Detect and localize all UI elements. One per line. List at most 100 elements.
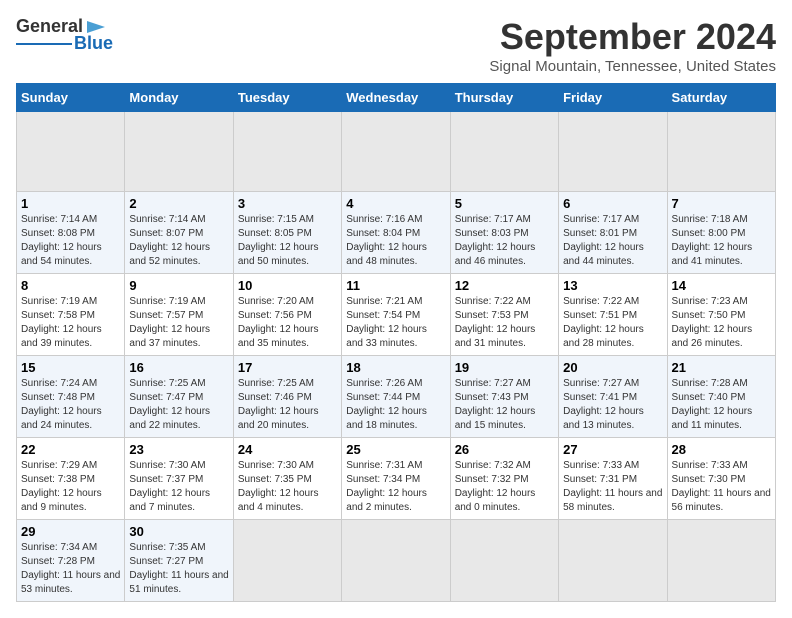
calendar-cell: 2 Sunrise: 7:14 AM Sunset: 8:07 PM Dayli… bbox=[125, 192, 233, 274]
day-number: 17 bbox=[238, 360, 337, 375]
calendar-cell: 4 Sunrise: 7:16 AM Sunset: 8:04 PM Dayli… bbox=[342, 192, 450, 274]
calendar-cell: 30 Sunrise: 7:35 AM Sunset: 7:27 PM Dayl… bbox=[125, 520, 233, 602]
calendar-cell: 7 Sunrise: 7:18 AM Sunset: 8:00 PM Dayli… bbox=[667, 192, 775, 274]
calendar-cell: 27 Sunrise: 7:33 AM Sunset: 7:31 PM Dayl… bbox=[559, 438, 667, 520]
calendar-cell: 24 Sunrise: 7:30 AM Sunset: 7:35 PM Dayl… bbox=[233, 438, 341, 520]
subtitle: Signal Mountain, Tennessee, United State… bbox=[489, 58, 776, 75]
calendar-cell bbox=[233, 112, 341, 192]
calendar-week-3: 8 Sunrise: 7:19 AM Sunset: 7:58 PM Dayli… bbox=[17, 274, 776, 356]
day-number: 21 bbox=[672, 360, 771, 375]
calendar-week-2: 1 Sunrise: 7:14 AM Sunset: 8:08 PM Dayli… bbox=[17, 192, 776, 274]
calendar-cell bbox=[667, 112, 775, 192]
calendar-cell: 13 Sunrise: 7:22 AM Sunset: 7:51 PM Dayl… bbox=[559, 274, 667, 356]
day-number: 19 bbox=[455, 360, 554, 375]
day-info: Sunrise: 7:14 AM Sunset: 8:07 PM Dayligh… bbox=[129, 213, 228, 269]
calendar-table: SundayMondayTuesdayWednesdayThursdayFrid… bbox=[16, 83, 776, 602]
title-block: September 2024 Signal Mountain, Tennesse… bbox=[489, 16, 776, 75]
day-number: 12 bbox=[455, 278, 554, 293]
day-info: Sunrise: 7:27 AM Sunset: 7:43 PM Dayligh… bbox=[455, 377, 554, 433]
day-info: Sunrise: 7:21 AM Sunset: 7:54 PM Dayligh… bbox=[346, 295, 445, 351]
header-day-tuesday: Tuesday bbox=[233, 84, 341, 112]
logo: General Blue bbox=[16, 16, 113, 54]
day-number: 20 bbox=[563, 360, 662, 375]
header-day-sunday: Sunday bbox=[17, 84, 125, 112]
header-day-friday: Friday bbox=[559, 84, 667, 112]
calendar-cell: 3 Sunrise: 7:15 AM Sunset: 8:05 PM Dayli… bbox=[233, 192, 341, 274]
page-header: General Blue September 2024 Signal Mount… bbox=[16, 16, 776, 75]
calendar-week-5: 22 Sunrise: 7:29 AM Sunset: 7:38 PM Dayl… bbox=[17, 438, 776, 520]
day-number: 1 bbox=[21, 196, 120, 211]
calendar-cell: 19 Sunrise: 7:27 AM Sunset: 7:43 PM Dayl… bbox=[450, 356, 558, 438]
day-info: Sunrise: 7:34 AM Sunset: 7:28 PM Dayligh… bbox=[21, 541, 120, 597]
calendar-cell bbox=[559, 112, 667, 192]
calendar-cell: 18 Sunrise: 7:26 AM Sunset: 7:44 PM Dayl… bbox=[342, 356, 450, 438]
calendar-cell: 29 Sunrise: 7:34 AM Sunset: 7:28 PM Dayl… bbox=[17, 520, 125, 602]
header-day-wednesday: Wednesday bbox=[342, 84, 450, 112]
day-number: 18 bbox=[346, 360, 445, 375]
day-info: Sunrise: 7:19 AM Sunset: 7:57 PM Dayligh… bbox=[129, 295, 228, 351]
calendar-cell: 28 Sunrise: 7:33 AM Sunset: 7:30 PM Dayl… bbox=[667, 438, 775, 520]
day-number: 29 bbox=[21, 524, 120, 539]
calendar-cell bbox=[342, 520, 450, 602]
header-day-saturday: Saturday bbox=[667, 84, 775, 112]
calendar-header-row: SundayMondayTuesdayWednesdayThursdayFrid… bbox=[17, 84, 776, 112]
calendar-cell: 17 Sunrise: 7:25 AM Sunset: 7:46 PM Dayl… bbox=[233, 356, 341, 438]
calendar-cell bbox=[450, 520, 558, 602]
day-number: 6 bbox=[563, 196, 662, 211]
day-info: Sunrise: 7:29 AM Sunset: 7:38 PM Dayligh… bbox=[21, 459, 120, 515]
calendar-cell: 10 Sunrise: 7:20 AM Sunset: 7:56 PM Dayl… bbox=[233, 274, 341, 356]
day-info: Sunrise: 7:17 AM Sunset: 8:03 PM Dayligh… bbox=[455, 213, 554, 269]
calendar-cell: 8 Sunrise: 7:19 AM Sunset: 7:58 PM Dayli… bbox=[17, 274, 125, 356]
day-number: 4 bbox=[346, 196, 445, 211]
day-info: Sunrise: 7:18 AM Sunset: 8:00 PM Dayligh… bbox=[672, 213, 771, 269]
calendar-week-6: 29 Sunrise: 7:34 AM Sunset: 7:28 PM Dayl… bbox=[17, 520, 776, 602]
day-number: 2 bbox=[129, 196, 228, 211]
day-info: Sunrise: 7:14 AM Sunset: 8:08 PM Dayligh… bbox=[21, 213, 120, 269]
day-number: 24 bbox=[238, 442, 337, 457]
day-info: Sunrise: 7:15 AM Sunset: 8:05 PM Dayligh… bbox=[238, 213, 337, 269]
header-day-thursday: Thursday bbox=[450, 84, 558, 112]
day-info: Sunrise: 7:30 AM Sunset: 7:37 PM Dayligh… bbox=[129, 459, 228, 515]
day-number: 10 bbox=[238, 278, 337, 293]
calendar-cell: 20 Sunrise: 7:27 AM Sunset: 7:41 PM Dayl… bbox=[559, 356, 667, 438]
day-info: Sunrise: 7:31 AM Sunset: 7:34 PM Dayligh… bbox=[346, 459, 445, 515]
day-number: 7 bbox=[672, 196, 771, 211]
day-number: 23 bbox=[129, 442, 228, 457]
calendar-cell bbox=[559, 520, 667, 602]
day-number: 11 bbox=[346, 278, 445, 293]
day-info: Sunrise: 7:35 AM Sunset: 7:27 PM Dayligh… bbox=[129, 541, 228, 597]
day-info: Sunrise: 7:17 AM Sunset: 8:01 PM Dayligh… bbox=[563, 213, 662, 269]
day-number: 14 bbox=[672, 278, 771, 293]
month-title: September 2024 bbox=[489, 16, 776, 58]
calendar-cell: 9 Sunrise: 7:19 AM Sunset: 7:57 PM Dayli… bbox=[125, 274, 233, 356]
day-number: 30 bbox=[129, 524, 228, 539]
day-number: 26 bbox=[455, 442, 554, 457]
calendar-cell bbox=[17, 112, 125, 192]
day-info: Sunrise: 7:30 AM Sunset: 7:35 PM Dayligh… bbox=[238, 459, 337, 515]
calendar-cell: 12 Sunrise: 7:22 AM Sunset: 7:53 PM Dayl… bbox=[450, 274, 558, 356]
day-number: 8 bbox=[21, 278, 120, 293]
day-info: Sunrise: 7:16 AM Sunset: 8:04 PM Dayligh… bbox=[346, 213, 445, 269]
calendar-week-4: 15 Sunrise: 7:24 AM Sunset: 7:48 PM Dayl… bbox=[17, 356, 776, 438]
calendar-cell: 25 Sunrise: 7:31 AM Sunset: 7:34 PM Dayl… bbox=[342, 438, 450, 520]
day-info: Sunrise: 7:25 AM Sunset: 7:46 PM Dayligh… bbox=[238, 377, 337, 433]
calendar-cell: 11 Sunrise: 7:21 AM Sunset: 7:54 PM Dayl… bbox=[342, 274, 450, 356]
calendar-cell: 26 Sunrise: 7:32 AM Sunset: 7:32 PM Dayl… bbox=[450, 438, 558, 520]
day-number: 9 bbox=[129, 278, 228, 293]
calendar-cell: 5 Sunrise: 7:17 AM Sunset: 8:03 PM Dayli… bbox=[450, 192, 558, 274]
day-number: 15 bbox=[21, 360, 120, 375]
day-number: 22 bbox=[21, 442, 120, 457]
calendar-cell: 22 Sunrise: 7:29 AM Sunset: 7:38 PM Dayl… bbox=[17, 438, 125, 520]
day-info: Sunrise: 7:33 AM Sunset: 7:30 PM Dayligh… bbox=[672, 459, 771, 515]
day-info: Sunrise: 7:27 AM Sunset: 7:41 PM Dayligh… bbox=[563, 377, 662, 433]
day-info: Sunrise: 7:22 AM Sunset: 7:53 PM Dayligh… bbox=[455, 295, 554, 351]
day-number: 3 bbox=[238, 196, 337, 211]
calendar-week-1 bbox=[17, 112, 776, 192]
day-info: Sunrise: 7:28 AM Sunset: 7:40 PM Dayligh… bbox=[672, 377, 771, 433]
day-info: Sunrise: 7:25 AM Sunset: 7:47 PM Dayligh… bbox=[129, 377, 228, 433]
day-info: Sunrise: 7:22 AM Sunset: 7:51 PM Dayligh… bbox=[563, 295, 662, 351]
day-info: Sunrise: 7:20 AM Sunset: 7:56 PM Dayligh… bbox=[238, 295, 337, 351]
calendar-cell: 1 Sunrise: 7:14 AM Sunset: 8:08 PM Dayli… bbox=[17, 192, 125, 274]
day-info: Sunrise: 7:32 AM Sunset: 7:32 PM Dayligh… bbox=[455, 459, 554, 515]
day-info: Sunrise: 7:24 AM Sunset: 7:48 PM Dayligh… bbox=[21, 377, 120, 433]
